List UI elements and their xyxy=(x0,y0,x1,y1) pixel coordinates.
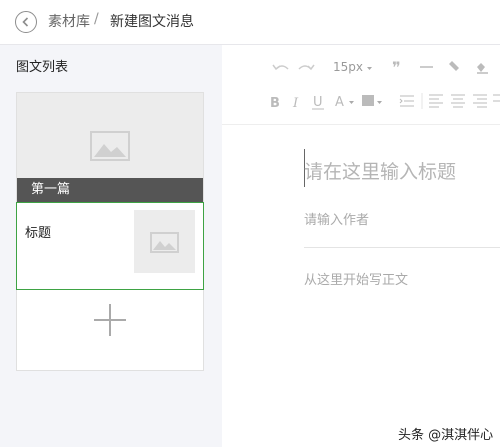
back-button[interactable] xyxy=(15,11,37,33)
redo-icon[interactable] xyxy=(298,64,315,71)
article-thumbnail xyxy=(134,210,195,273)
article-item-first[interactable]: 第一篇 xyxy=(17,178,203,202)
bold-icon[interactable]: B xyxy=(270,96,280,111)
body-input[interactable]: 从这里开始写正文 xyxy=(304,269,408,288)
svg-text:B: B xyxy=(270,96,280,111)
svg-text:❞: ❞ xyxy=(392,58,401,77)
article-list-title: 图文列表 xyxy=(16,60,69,75)
font-size-dropdown-arrow[interactable] xyxy=(367,67,372,70)
editor-toolbar: ❞ B I U A 15px xyxy=(222,45,500,125)
font-size-select[interactable]: 15px xyxy=(333,60,363,74)
breadcrumb-parent[interactable]: 素材库 xyxy=(48,11,90,31)
undo-icon[interactable] xyxy=(272,64,289,71)
image-placeholder-icon xyxy=(90,131,130,161)
add-article-button[interactable] xyxy=(17,291,203,370)
italic-icon[interactable]: I xyxy=(292,96,299,111)
quote-icon[interactable]: ❞ xyxy=(392,58,401,77)
article-list-card: 第一篇 标题 xyxy=(16,92,204,371)
svg-text:U: U xyxy=(313,95,323,110)
indent-icon[interactable] xyxy=(399,95,414,107)
underline-icon[interactable]: U xyxy=(312,95,324,110)
article-cover[interactable] xyxy=(17,93,203,178)
divider xyxy=(304,247,500,248)
watermark: 头条 @淇淇伴心 xyxy=(398,428,494,443)
breadcrumb-current: 新建图文消息 xyxy=(110,14,194,30)
font-color-icon[interactable]: A xyxy=(335,95,354,110)
editor-panel: ❞ B I U A 15px 请在这里输入标题 请输入作者 从这里开始写正文 xyxy=(222,45,500,447)
article-item-label: 标题 xyxy=(25,226,52,241)
article-item-selected[interactable]: 标题 xyxy=(16,202,204,290)
background-color-icon[interactable] xyxy=(362,95,382,106)
align-left-icon[interactable] xyxy=(429,94,443,108)
article-list-sidebar: 图文列表 第一篇 标题 xyxy=(0,45,222,447)
author-input[interactable]: 请输入作者 xyxy=(304,209,369,228)
chevron-left-icon xyxy=(22,17,29,27)
top-bar: 素材库 / 新建图文消息 xyxy=(0,0,500,45)
clear-format-icon[interactable] xyxy=(477,63,488,74)
align-center-icon[interactable] xyxy=(451,94,465,108)
align-right-icon[interactable] xyxy=(473,94,487,108)
toolbar-icons: ❞ B I U A xyxy=(270,58,500,111)
svg-text:A: A xyxy=(335,95,344,110)
title-input[interactable]: 请在这里输入标题 xyxy=(304,157,456,184)
plus-icon xyxy=(94,304,126,336)
image-placeholder-icon xyxy=(150,232,179,253)
format-painter-icon[interactable] xyxy=(449,61,459,71)
svg-text:I: I xyxy=(292,96,299,111)
breadcrumb-separator: / xyxy=(94,11,99,27)
